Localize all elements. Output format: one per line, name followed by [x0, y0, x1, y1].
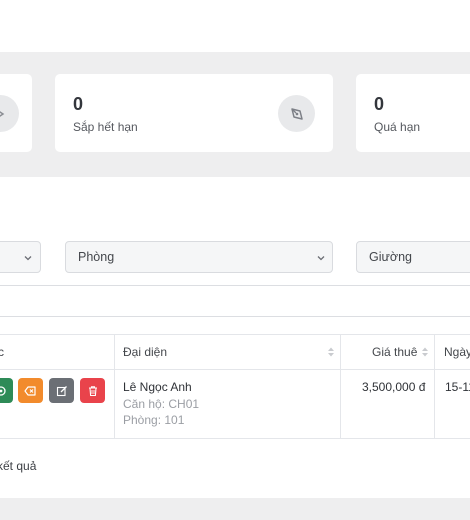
pen-nib-icon [278, 95, 315, 132]
table-col-divider [434, 334, 435, 438]
stat-card-partial [0, 74, 32, 152]
edit-button[interactable] [49, 378, 74, 403]
chevron-down-icon [24, 256, 32, 261]
rent-price: 3,500,000 đ [362, 380, 426, 394]
column-header-rent[interactable]: Giá thuê [372, 334, 417, 369]
edit-icon [56, 385, 67, 396]
contract-date: 15-11 [445, 380, 470, 394]
stat-card-expiring: 0 Sắp hết hạn [55, 74, 333, 152]
apartment-code: Căn hộ: CH01 [123, 397, 200, 411]
arrow-right-icon [0, 95, 19, 132]
clear-button[interactable] [18, 378, 43, 403]
room-number: Phòng: 101 [123, 413, 185, 427]
top-header [0, 0, 470, 52]
filter-select-bed[interactable]: Giường [356, 241, 470, 273]
stat-value: 0 [374, 94, 385, 114]
stat-card-overdue: 0 Quá hạn [356, 74, 470, 152]
search-input[interactable] [0, 285, 470, 317]
view-button[interactable] [0, 378, 13, 403]
filter-select-room[interactable]: Phòng [65, 241, 333, 273]
representative-name: Lê Ngọc Anh [123, 380, 192, 394]
filter-select-first[interactable] [0, 241, 41, 273]
sort-icon[interactable] [327, 346, 335, 358]
stat-value: 0 [73, 94, 84, 114]
stat-label: Quá hạn [374, 120, 421, 134]
trash-icon [88, 385, 97, 396]
sort-icon[interactable] [421, 346, 429, 358]
backspace-icon [24, 385, 36, 396]
chevron-down-icon [317, 256, 325, 261]
eye-icon [0, 385, 6, 396]
room-select-value: Phòng [78, 250, 115, 264]
table-col-divider [340, 334, 341, 438]
delete-button[interactable] [80, 378, 105, 403]
results-count: kết quả [0, 459, 37, 473]
table-border-header [0, 369, 470, 370]
table-col-divider [114, 334, 115, 438]
stat-label: Sắp hết hạn [73, 120, 138, 134]
bed-select-value: Giường [369, 250, 412, 264]
column-header-actions[interactable]: c [0, 334, 4, 369]
table-border-bottom [0, 438, 470, 439]
column-header-date[interactable]: Ngày [444, 334, 470, 369]
column-header-representative[interactable]: Đại diện [123, 334, 167, 369]
